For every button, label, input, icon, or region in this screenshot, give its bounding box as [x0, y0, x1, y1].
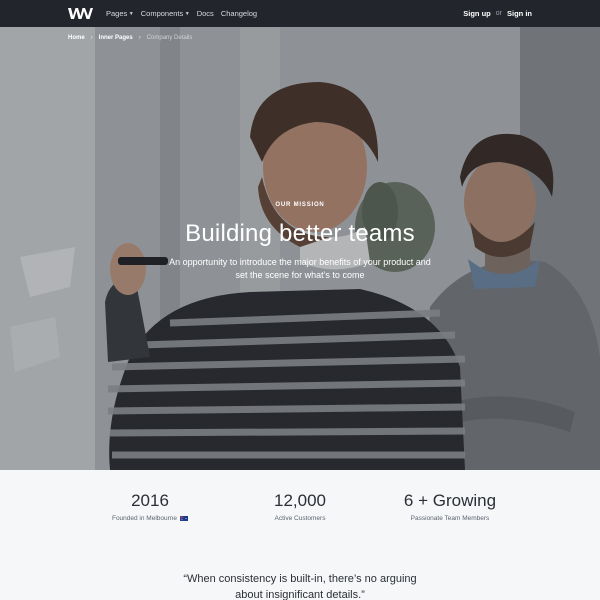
- hero-section: Home › Inner Pages › Company Details OUR…: [0, 27, 600, 470]
- nav-pages[interactable]: Pages ▼: [106, 9, 134, 18]
- stat-value: 2016: [131, 491, 169, 510]
- sign-in-link[interactable]: Sign in: [507, 9, 532, 18]
- quote-line-2: about insignificant details.”: [235, 589, 365, 600]
- or-text: or: [495, 10, 502, 17]
- stat-customers: 12,000 Active Customers: [225, 470, 375, 540]
- nav-components-label: Components: [140, 9, 184, 18]
- brand-logo[interactable]: [68, 7, 93, 20]
- chevron-down-icon: ▼: [184, 10, 190, 17]
- stat-team: 6 + Growing Passionate Team Members: [375, 470, 525, 540]
- hero-subtitle: An opportunity to introduce the major be…: [169, 257, 431, 280]
- breadcrumb-current: Company Details: [146, 35, 193, 41]
- stat-label: Active Customers: [274, 515, 326, 522]
- breadcrumb-separator-icon: ›: [90, 35, 93, 41]
- quote-line-1: “When consistency is built-in, there’s n…: [183, 573, 417, 585]
- stat-value: 12,000: [274, 491, 326, 510]
- hero-title: Building better teams: [185, 220, 415, 247]
- testimonial-quote: “When consistency is built-in, there’s n…: [0, 571, 600, 600]
- sign-up-link[interactable]: Sign up: [463, 9, 491, 18]
- nav-changelog[interactable]: Changelog: [221, 9, 257, 18]
- top-navbar: Pages ▼ Components ▼ Docs Changelog Sign…: [0, 0, 600, 27]
- stat-label: Founded in Melbourne: [75, 515, 225, 522]
- chevron-down-icon: ▼: [128, 10, 134, 17]
- breadcrumb-inner-pages[interactable]: Inner Pages: [99, 35, 133, 41]
- hero-eyebrow: OUR MISSION: [275, 202, 325, 208]
- breadcrumb: Home › Inner Pages › Company Details: [68, 35, 192, 41]
- nav-docs[interactable]: Docs: [197, 9, 214, 18]
- nav-changelog-label: Changelog: [220, 9, 258, 18]
- nav-docs-label: Docs: [196, 9, 214, 18]
- stats-row: 2016 Founded in Melbourne 12,000 Active …: [0, 470, 600, 540]
- stat-label-text: Founded in Melbourne: [111, 515, 178, 522]
- hero-text: OUR MISSION Building better teams An opp…: [0, 202, 600, 282]
- nav-components[interactable]: Components ▼: [141, 9, 190, 18]
- auth-links: Sign up or Sign in: [463, 9, 532, 18]
- stat-founded: 2016 Founded in Melbourne: [75, 470, 225, 540]
- australia-flag-icon: [180, 516, 189, 521]
- breadcrumb-separator-icon: ›: [138, 35, 141, 41]
- nav-pages-label: Pages: [106, 9, 128, 18]
- breadcrumb-home[interactable]: Home: [68, 35, 85, 41]
- stat-label: Passionate Team Members: [410, 515, 490, 522]
- main-nav: Pages ▼ Components ▼ Docs Changelog: [106, 9, 257, 18]
- stat-value: 6 + Growing: [403, 491, 497, 510]
